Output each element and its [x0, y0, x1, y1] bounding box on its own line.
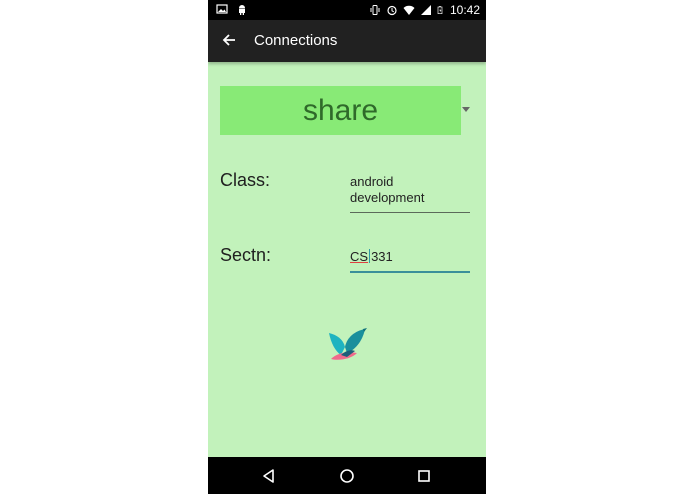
status-bar-left [216, 3, 248, 15]
signal-icon [420, 5, 431, 15]
nav-home-icon[interactable] [337, 466, 357, 486]
status-bar-right: 10:42 [369, 2, 480, 18]
alarm-icon [387, 5, 397, 16]
page-title: Connections [254, 32, 338, 49]
spinner-selected-label: share [302, 93, 379, 127]
text-cursor [369, 249, 371, 263]
nav-recent-icon[interactable] [414, 466, 434, 486]
navigation-bar [208, 457, 486, 494]
bird-logo-icon [329, 328, 367, 360]
dropdown-arrow-icon[interactable] [462, 107, 470, 112]
status-bar: 10:42 [208, 0, 486, 20]
android-icon [239, 5, 245, 15]
class-value-line1: android [350, 174, 394, 189]
class-label: Class: [220, 170, 271, 190]
share-spinner[interactable]: share [220, 86, 461, 135]
status-time: 10:42 [449, 3, 480, 17]
wifi-icon [403, 5, 415, 15]
section-field[interactable]: CS 331 [350, 249, 470, 273]
battery-icon [437, 6, 443, 14]
nav-back-icon[interactable] [259, 466, 279, 486]
app-bar: Connections [208, 20, 486, 62]
image-icon [216, 4, 228, 14]
vibrate-icon [370, 5, 380, 15]
phone-screen: 10:42 Connections share Class: android d… [208, 0, 486, 494]
arrow-back-icon[interactable] [220, 31, 238, 49]
class-value-line2: development [350, 190, 425, 205]
section-value-prefix: CS [350, 249, 369, 264]
section-label: Sectn: [220, 245, 272, 265]
section-value-number: 331 [371, 249, 393, 264]
class-field[interactable]: android development [350, 174, 470, 213]
